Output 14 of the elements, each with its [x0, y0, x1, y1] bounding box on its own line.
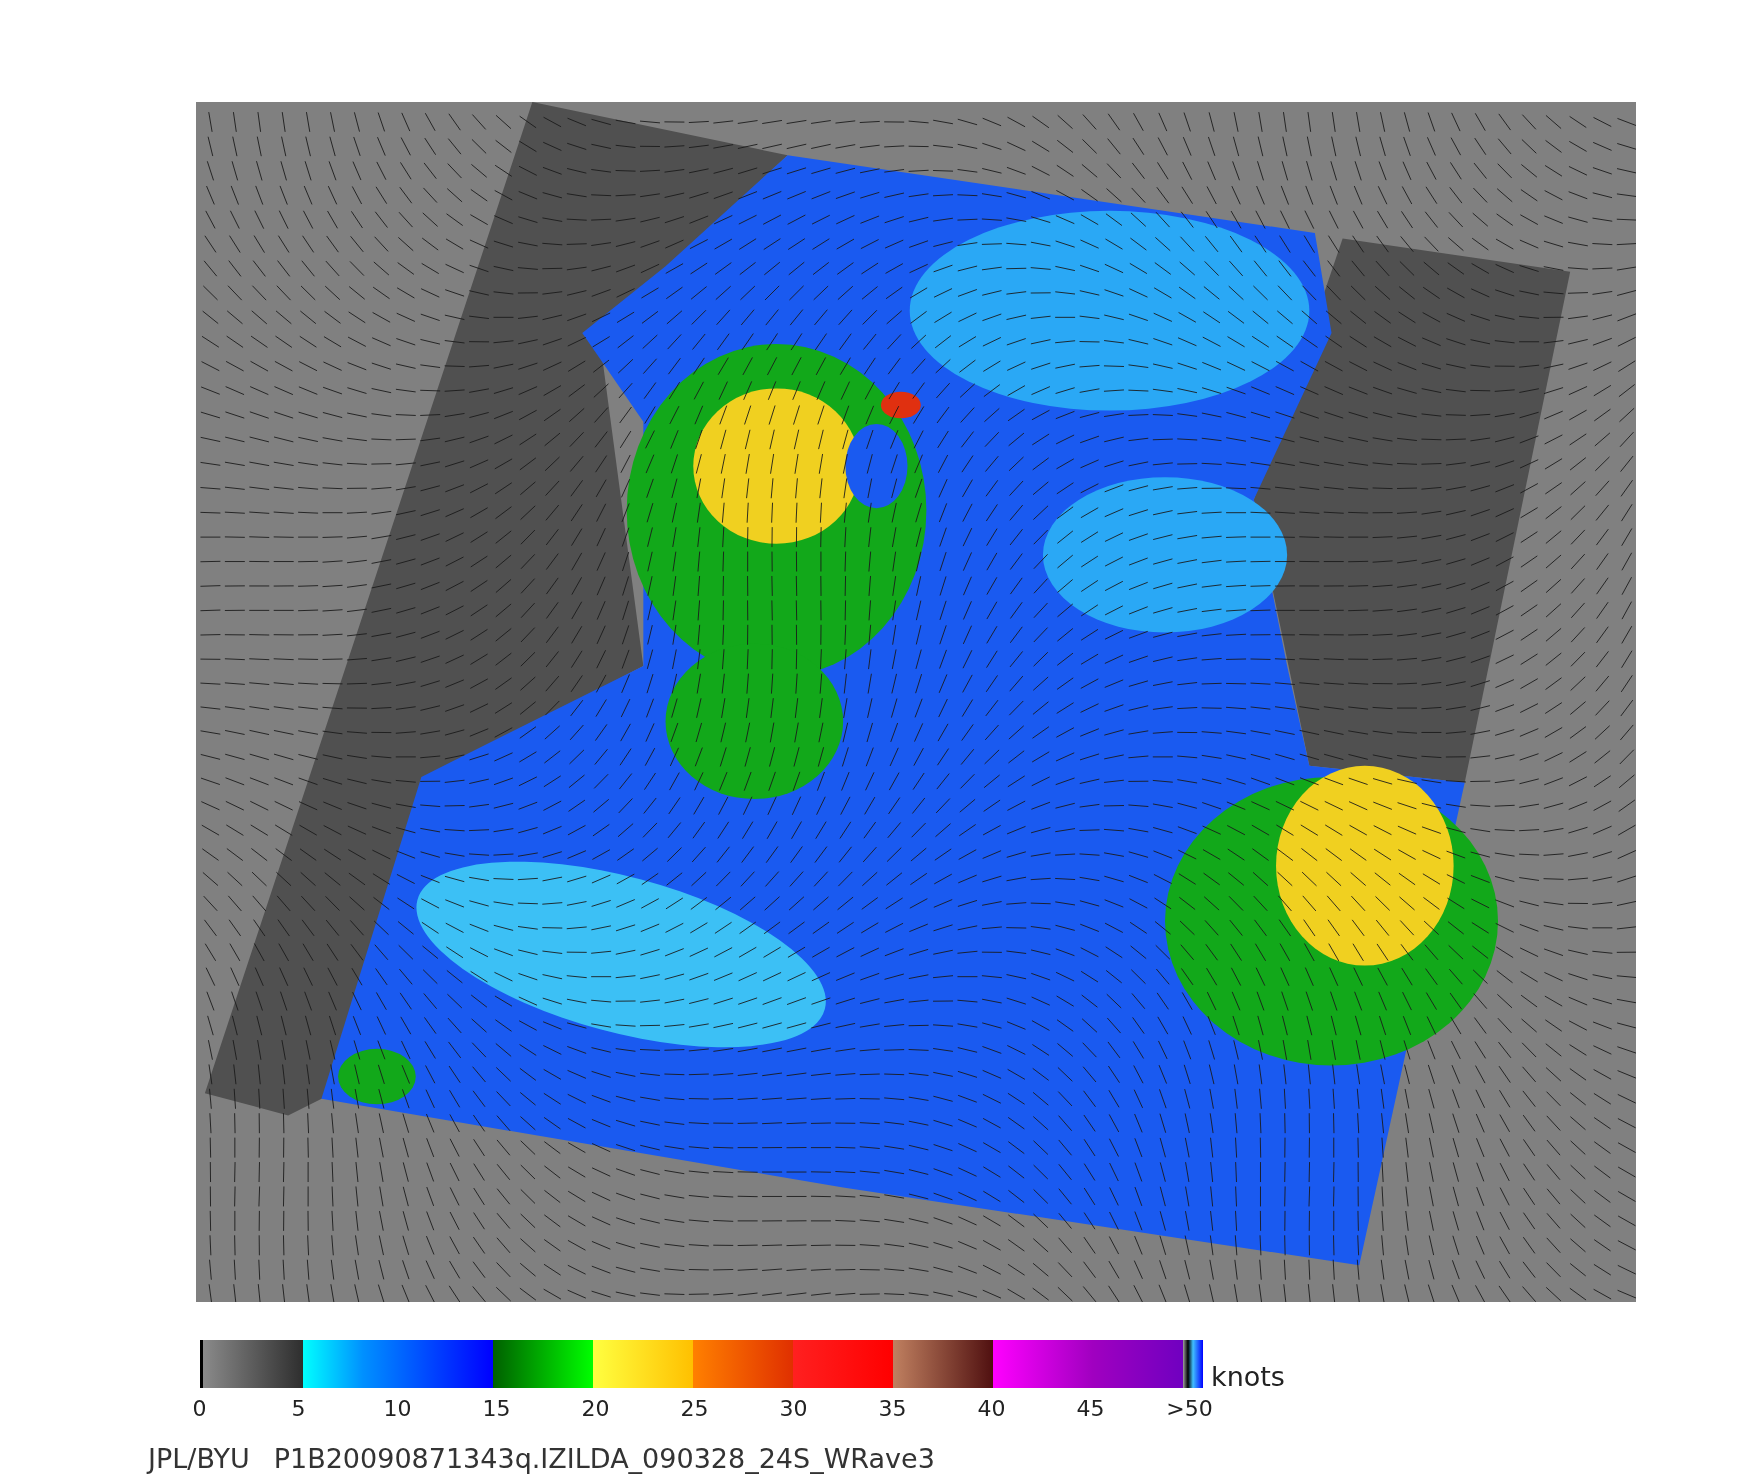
scale-tick-label: 25 [679, 1396, 710, 1421]
scale-tick-label: 15 [481, 1396, 512, 1421]
scale-tick-label: >50 [1165, 1396, 1214, 1421]
scale-tick-label: 5 [290, 1396, 307, 1421]
scale-tick-label: 0 [191, 1396, 208, 1421]
scale-tick-label: 35 [877, 1396, 908, 1421]
scale-tick-label: 30 [778, 1396, 809, 1421]
scale-tick-label: 20 [580, 1396, 611, 1421]
scale-tick-label: 40 [976, 1396, 1007, 1421]
file-name-label: P1B20090871343q.IZILDA_090328_24S_WRave3 [273, 1443, 935, 1474]
scale-tick-label: 10 [382, 1396, 413, 1421]
scale-tick-label: 45 [1075, 1396, 1106, 1421]
unit-label: knots [1211, 1363, 1285, 1390]
source-label: JPL/BYU [148, 1443, 250, 1474]
